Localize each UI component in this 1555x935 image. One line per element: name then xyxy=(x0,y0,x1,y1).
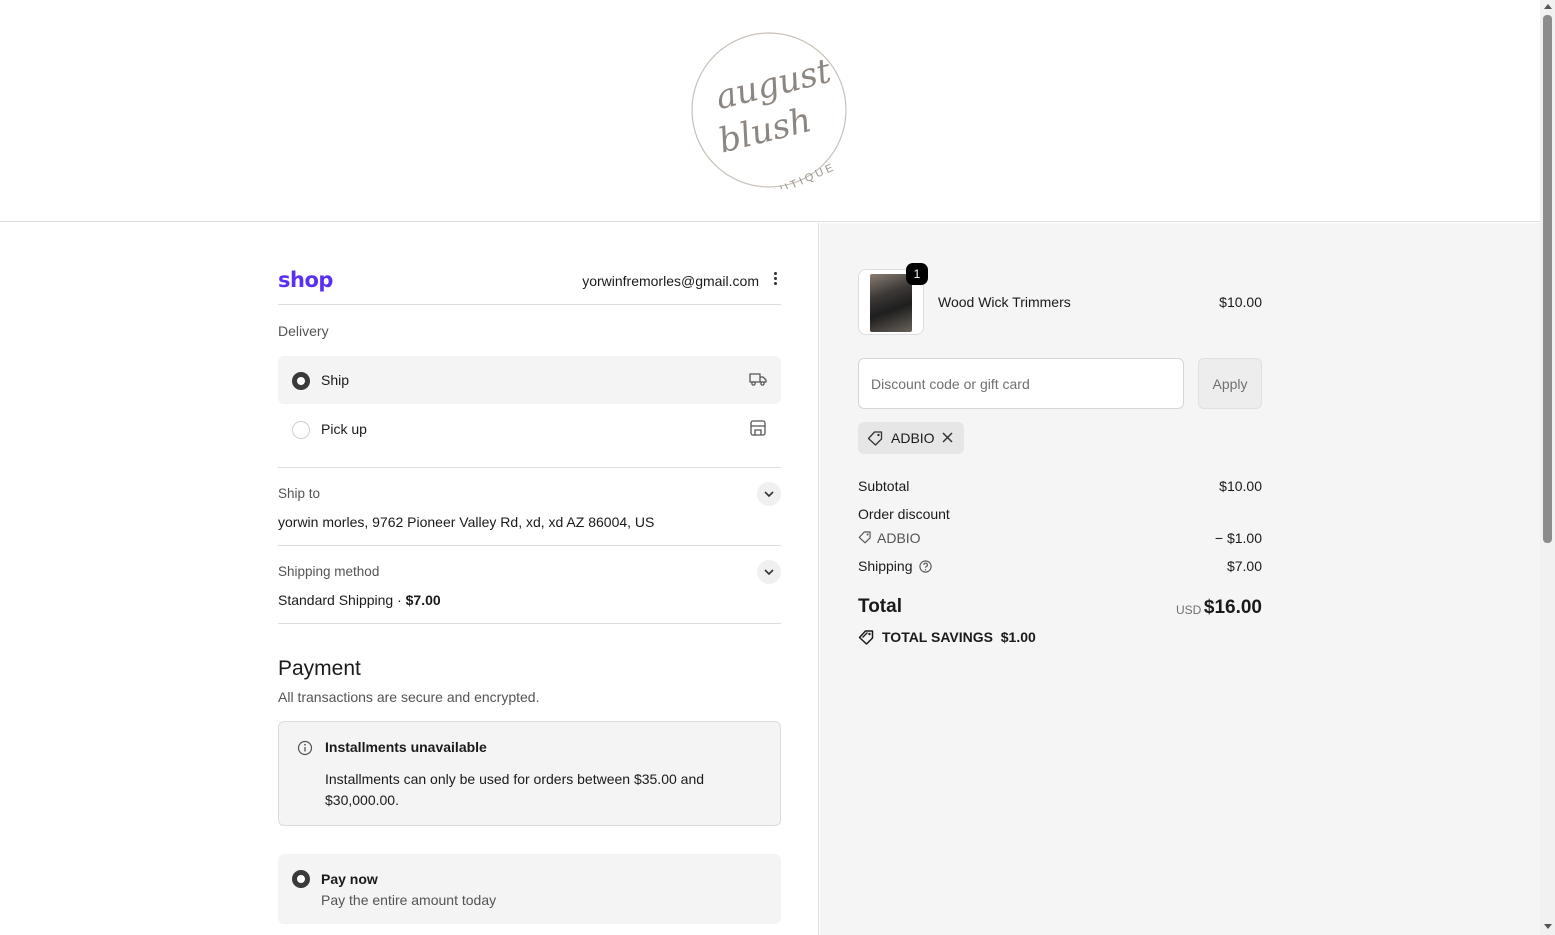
product-price: $10.00 xyxy=(1219,294,1262,310)
boutique-logo[interactable]: august blush BOUTIQUE xyxy=(690,31,848,189)
applied-discount-code: ADBIO xyxy=(891,430,935,446)
product-name: Wood Wick Trimmers xyxy=(938,294,1071,310)
shipping-method-value: Standard Shipping · $7.00 xyxy=(278,592,441,608)
payment-subtitle: All transactions are secure and encrypte… xyxy=(278,689,540,705)
tag-icon xyxy=(867,431,883,446)
divider xyxy=(278,467,781,468)
pickup-label: Pick up xyxy=(321,421,367,437)
shipping-method-name: Standard Shipping · xyxy=(278,592,406,608)
shipping-row: Shipping $7.00 xyxy=(858,558,1262,574)
more-options-icon[interactable] xyxy=(772,272,778,288)
ship-radio[interactable] xyxy=(292,372,310,390)
delivery-label: Delivery xyxy=(278,323,329,339)
delivery-option-pickup[interactable]: Pick up xyxy=(278,405,781,453)
installments-text: Installments can only be used for orders… xyxy=(325,771,705,808)
chevron-down-icon xyxy=(764,569,774,576)
total-label: Total xyxy=(858,596,902,617)
scroll-up-arrow-icon[interactable] xyxy=(1544,4,1552,9)
shipping-label: Shipping xyxy=(858,558,913,574)
scroll-down-arrow-icon[interactable] xyxy=(1544,924,1552,929)
account-email: yorwinfremorles@gmail.com xyxy=(582,273,759,289)
scrollbar[interactable] xyxy=(1540,0,1555,935)
payment-title: Payment xyxy=(278,657,361,680)
checkout-form: shop yorwinfremorles@gmail.com Delivery … xyxy=(0,223,819,935)
installments-title: Installments unavailable xyxy=(325,739,487,755)
total-savings: TOTAL SAVINGS $1.00 xyxy=(858,629,1036,645)
product-thumbnail: 1 xyxy=(858,263,928,335)
subtotal-value: $10.00 xyxy=(1219,478,1262,494)
remove-discount-icon[interactable] xyxy=(941,431,954,444)
chevron-down-icon xyxy=(764,491,774,498)
discount-value: − $1.00 xyxy=(1214,530,1262,546)
help-icon[interactable] xyxy=(918,560,932,573)
subtotal-row: Subtotal $10.00 xyxy=(858,478,1262,494)
quantity-badge: 1 xyxy=(906,263,928,285)
ship-to-label: Ship to xyxy=(278,486,321,501)
shipping-method-price: $7.00 xyxy=(405,592,441,608)
logo-text-3: BOUTIQUE xyxy=(759,161,838,189)
divider xyxy=(278,623,781,624)
product-image xyxy=(870,274,912,332)
ship-to-address: yorwin morles, 9762 Pioneer Valley Rd, x… xyxy=(278,514,655,530)
pay-now-radio[interactable] xyxy=(292,870,310,888)
installments-notice: Installments unavailable Installments ca… xyxy=(278,721,781,826)
pay-now-subtitle: Pay the entire amount today xyxy=(321,892,497,908)
store-icon xyxy=(750,420,766,436)
scroll-thumb[interactable] xyxy=(1543,15,1552,543)
pay-now-title: Pay now xyxy=(321,871,378,887)
truck-icon xyxy=(749,373,767,386)
tag-icon xyxy=(858,531,871,544)
checkout-page: august blush BOUTIQUE shop yorwinfremorl… xyxy=(0,0,1540,935)
subtotal-label: Subtotal xyxy=(858,478,910,494)
order-discount-row: Order discount xyxy=(858,506,1262,522)
header: august blush BOUTIQUE xyxy=(0,0,1540,222)
info-icon xyxy=(297,740,313,756)
order-summary: 1 Wood Wick Trimmers $10.00 Apply ADBIO … xyxy=(820,223,1540,935)
shipping-method-label: Shipping method xyxy=(278,564,380,579)
apply-button[interactable]: Apply xyxy=(1198,358,1262,409)
ship-label: Ship xyxy=(321,372,350,388)
divider xyxy=(278,545,781,546)
shipping-method-toggle[interactable] xyxy=(757,560,781,584)
order-discount-label: Order discount xyxy=(858,506,950,522)
shipping-value: $7.00 xyxy=(1226,558,1262,574)
savings-value: $1.00 xyxy=(1000,629,1036,645)
discount-code-label: ADBIO xyxy=(877,530,921,546)
shop-pay-logo: shop xyxy=(278,268,333,292)
discount-input[interactable] xyxy=(858,358,1184,409)
savings-tag-icon xyxy=(858,630,874,645)
applied-discount-chip: ADBIO xyxy=(858,422,964,454)
delivery-option-ship[interactable]: Ship xyxy=(278,356,781,404)
pickup-radio[interactable] xyxy=(292,421,310,439)
account-row: shop yorwinfremorles@gmail.com xyxy=(278,268,781,305)
discount-code-row: ADBIO − $1.00 xyxy=(858,530,1262,546)
total-value: $16.00 xyxy=(1203,597,1262,618)
pay-now-option[interactable]: Pay now Pay the entire amount today xyxy=(278,854,781,924)
ship-to-toggle[interactable] xyxy=(757,482,781,506)
total-currency: USD xyxy=(1176,603,1202,617)
savings-label: TOTAL SAVINGS xyxy=(882,629,993,645)
